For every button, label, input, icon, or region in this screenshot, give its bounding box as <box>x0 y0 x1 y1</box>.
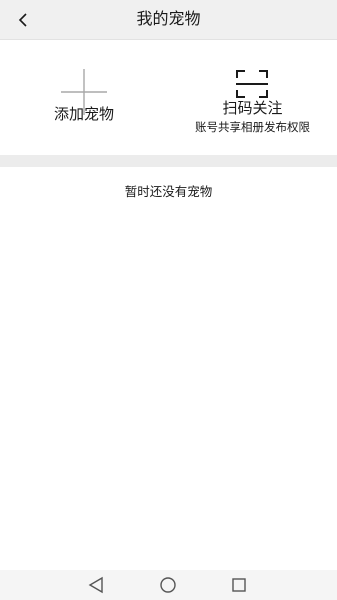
header-bar: 我的宠物 <box>0 0 337 40</box>
triangle-back-icon[interactable] <box>87 576 105 594</box>
circle-home-icon[interactable] <box>159 576 177 594</box>
scan-frame-icon <box>236 70 268 98</box>
actions-panel: 添加宠物 扫码关注 账号共享相册发布权限 <box>0 41 337 155</box>
system-navigation-bar <box>0 570 337 600</box>
add-pet-button[interactable]: 添加宠物 <box>0 41 168 155</box>
section-divider <box>0 155 337 167</box>
empty-state-message: 暂时还没有宠物 <box>124 184 213 199</box>
scan-follow-button[interactable]: 扫码关注 账号共享相册发布权限 <box>168 41 337 155</box>
square-recent-icon[interactable] <box>230 576 248 594</box>
page-title: 我的宠物 <box>136 9 201 28</box>
scan-follow-sublabel: 账号共享相册发布权限 <box>195 120 310 134</box>
add-pet-label: 添加宠物 <box>53 105 114 123</box>
scan-follow-label: 扫码关注 <box>222 99 283 117</box>
